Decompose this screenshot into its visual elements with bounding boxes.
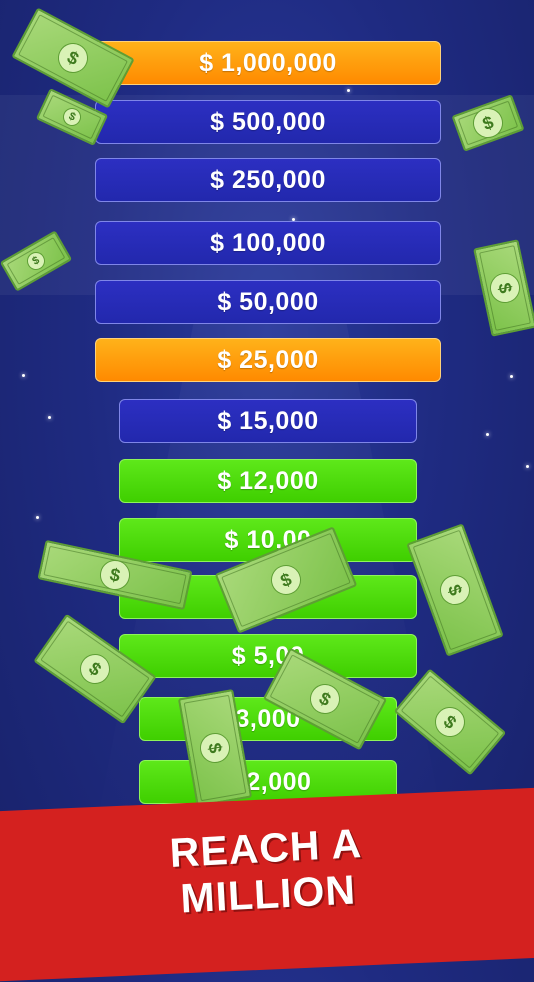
star-icon <box>36 516 39 519</box>
prize-tier-12000[interactable]: $ 12,000 <box>119 459 417 503</box>
star-icon <box>347 89 350 92</box>
prize-tier-100000[interactable]: $ 100,000 <box>95 221 441 265</box>
star-icon <box>510 375 513 378</box>
prize-tier-500000[interactable]: $ 500,000 <box>95 100 441 144</box>
prize-tier-5000[interactable]: $ 5,00 <box>119 634 417 678</box>
prize-tier-25000[interactable]: $ 25,000 <box>95 338 441 382</box>
prize-tier-1000000[interactable]: $ 1,000,000 <box>95 41 441 85</box>
prize-tier-50000[interactable]: $ 50,000 <box>95 280 441 324</box>
dollar-bill-icon: $ <box>406 523 504 657</box>
star-icon <box>526 465 529 468</box>
star-icon <box>48 416 51 419</box>
prize-tier-15000[interactable]: $ 15,000 <box>119 399 417 443</box>
star-icon <box>22 374 25 377</box>
prize-tier-250000[interactable]: $ 250,000 <box>95 158 441 202</box>
star-icon <box>486 433 489 436</box>
dollar-bill-icon: $ <box>11 7 135 109</box>
